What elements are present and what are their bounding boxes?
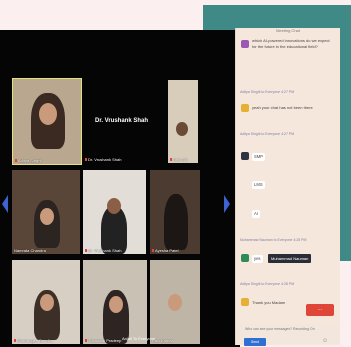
next-page-arrow[interactable] — [224, 195, 230, 213]
avatar — [241, 104, 249, 112]
emoji-icon[interactable]: ☺ — [322, 338, 328, 344]
video-tile-shalvangee[interactable]: Shalvangee Bandha — [12, 260, 80, 344]
mic-muted-icon — [14, 339, 16, 343]
speaker-name: Dr. Vrushank Shah — [95, 118, 149, 124]
mic-muted-icon — [15, 159, 17, 163]
tile-label: Aditya Singhi — [15, 158, 41, 163]
video-tile-ravi[interactable]: Ravi Kumar — [150, 260, 200, 344]
participant-face — [168, 294, 182, 311]
chat-message: which AI-powered innovations do we expec… — [252, 38, 330, 49]
avatar — [241, 254, 249, 262]
tile-label: Neo Gill — [170, 157, 187, 162]
mic-muted-icon — [85, 158, 87, 162]
participant-face — [176, 122, 188, 136]
mic-muted-icon — [152, 249, 154, 253]
chat-bubble: SMP — [252, 153, 266, 161]
message-meta: Muhammad Nauman to Everyone 4:28 PM — [240, 238, 307, 242]
participant-face — [109, 296, 123, 313]
tile-label: Shalvangee Bandha — [14, 338, 53, 343]
tile-label: Dr. Vrushank Shah — [85, 248, 121, 253]
video-tile-neo[interactable]: Neo Gill — [168, 80, 198, 163]
participant-face — [40, 208, 54, 225]
avatar — [241, 298, 249, 306]
video-tile-aditya[interactable]: Aditya Singhi — [12, 78, 82, 165]
more-options-label: ... — [317, 306, 323, 312]
message-meta: Aditya Singhi to Everyone 4:27 PM — [240, 132, 295, 136]
chat-bubble: yes — [252, 255, 263, 263]
chat-title: Meeting Chat — [276, 28, 300, 33]
tile-label: Ayesha Patel — [152, 248, 179, 253]
chat-panel: Meeting Chat which AI-powered innovation… — [235, 28, 340, 345]
video-tile-ayesha[interactable]: Ayesha Patel — [150, 170, 200, 254]
video-tile-namrata[interactable]: Namrata Chandra — [12, 170, 80, 254]
mic-muted-icon — [85, 249, 87, 253]
chat-bubble: AI — [252, 210, 260, 218]
previous-page-arrow[interactable] — [2, 195, 8, 213]
message-meta: Aditya Singhi to Everyone 4:27 PM — [240, 90, 295, 94]
tile-label: Thalakkal Pradeep — [85, 338, 121, 343]
participant-face — [40, 294, 54, 311]
recording-info: Who can see your messages? Recording On — [245, 327, 315, 331]
video-tile-vrushank[interactable]: Dr. Vrushank Shah — [83, 170, 146, 254]
avatar — [241, 152, 249, 160]
send-button[interactable]: Send — [244, 338, 266, 346]
participant-silhouette — [164, 194, 188, 250]
avatar — [241, 40, 249, 48]
video-tile-thalakkal[interactable]: Thalakkal Pradeep — [83, 260, 147, 344]
mic-muted-icon — [85, 339, 87, 343]
mic-muted-icon — [170, 158, 172, 162]
name-tooltip: Muhammad Nauman — [268, 254, 312, 263]
tile-label: Ravi Kumar — [152, 338, 173, 343]
tile-label: Namrata Chandra — [14, 248, 46, 253]
participant-face — [107, 198, 121, 214]
more-options-button[interactable]: ... — [306, 304, 334, 316]
tile-label: Dr. Vrushank Shah — [85, 157, 121, 162]
tile-label: Anjali To Everyone — [122, 336, 156, 341]
video-tile-speaker[interactable]: Dr. Vrushank Shah Dr. Vrushank Shah — [83, 78, 165, 163]
message-meta: Aditya Singhi to Everyone 4:28 PM — [240, 282, 295, 286]
chat-message: Thank you Madam — [252, 300, 286, 305]
participant-face — [39, 103, 57, 125]
chat-message: yeah your chat has not been there — [252, 105, 313, 110]
chat-bubble: LMS — [252, 181, 265, 189]
video-grid: Aditya Singhi Dr. Vrushank Shah Dr. Vrus… — [0, 30, 240, 347]
